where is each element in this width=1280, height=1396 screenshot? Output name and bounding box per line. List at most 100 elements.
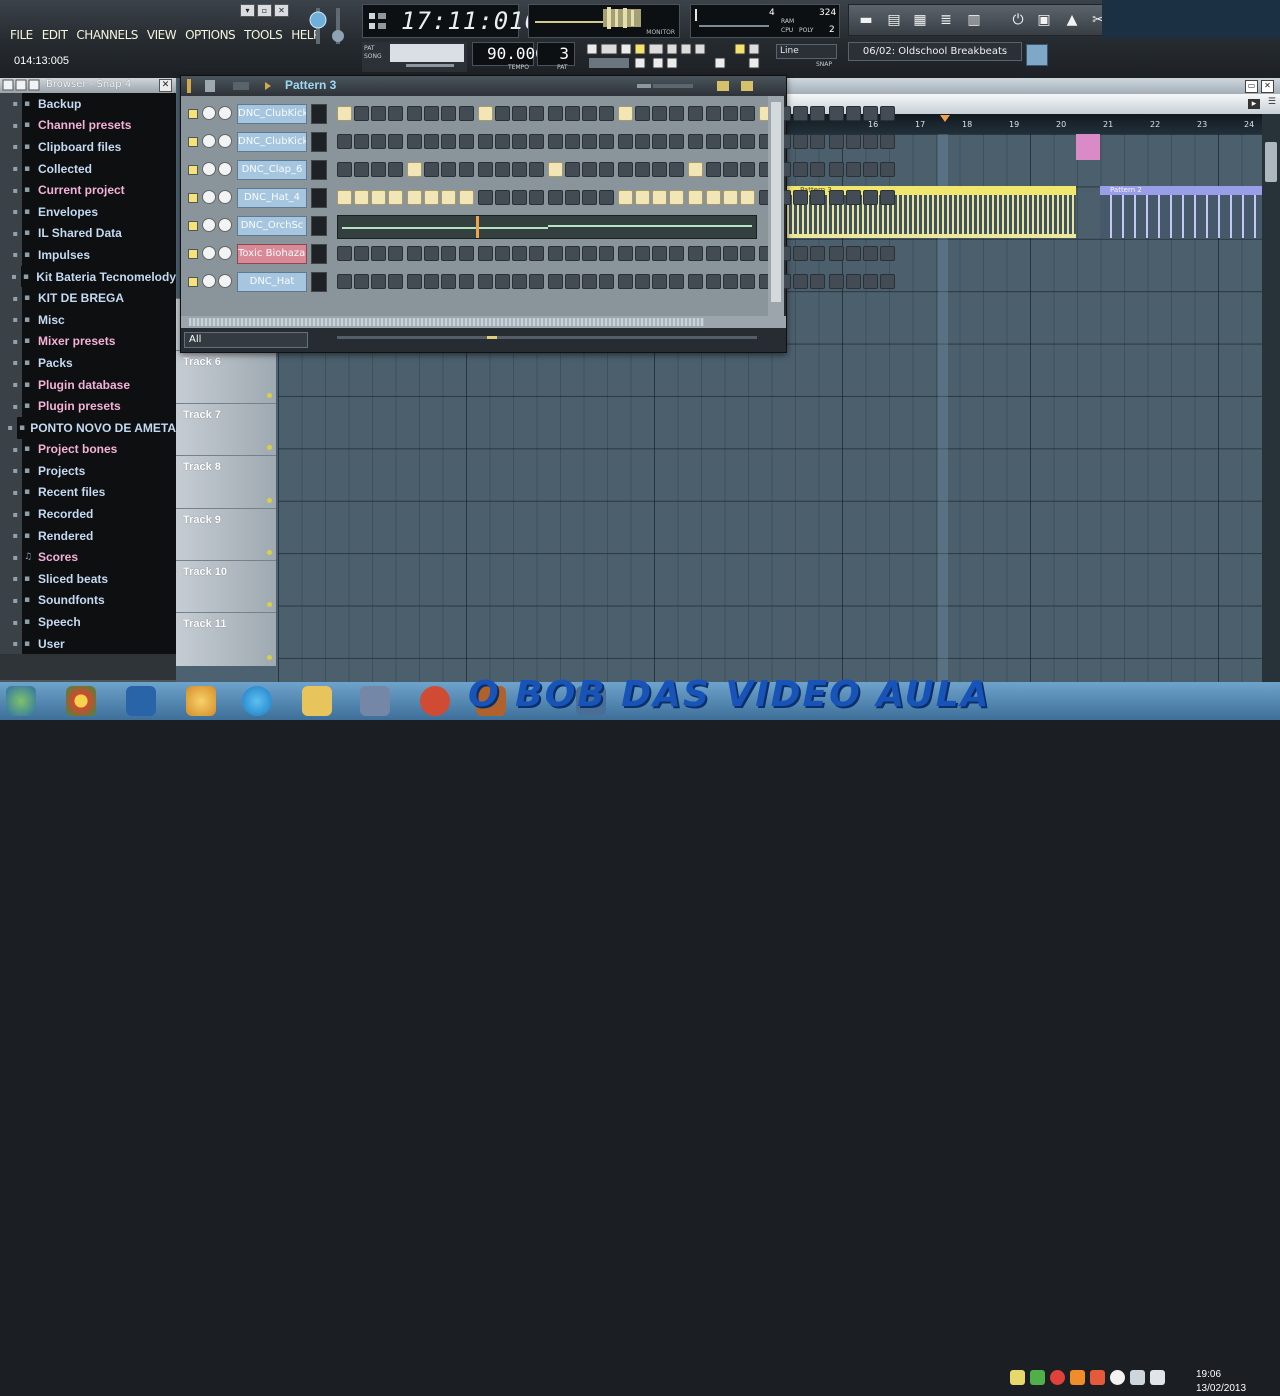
channel-name-button[interactable]: DNC_Hat	[237, 272, 307, 292]
channel-pan-knob[interactable]	[202, 218, 216, 232]
browser-item[interactable]: ▪ ▪ KIT DE BREGA	[0, 287, 176, 309]
rack-hscroll[interactable]	[181, 316, 786, 328]
channel-name-button[interactable]: Toxic Biohazard	[237, 244, 307, 264]
browser-item[interactable]: ▪ ▪ Clipboard files	[0, 136, 176, 158]
step-button[interactable]	[564, 134, 580, 149]
step-button[interactable]	[635, 134, 651, 149]
step-button[interactable]	[477, 190, 493, 205]
skype-icon[interactable]	[242, 686, 272, 716]
step-button[interactable]	[739, 274, 755, 289]
channel-name-button[interactable]: DNC_Hat_4	[237, 188, 307, 208]
menu-edit[interactable]: EDIT	[42, 28, 68, 48]
step-button[interactable]	[618, 246, 634, 261]
step-button[interactable]	[511, 190, 527, 205]
step-button[interactable]	[458, 162, 474, 177]
step-button[interactable]	[880, 134, 896, 149]
track-header[interactable]: Track 11	[176, 612, 276, 666]
browser-item[interactable]: ▪ ▪ PONTO NOVO DE AMETA	[0, 416, 176, 439]
step-button[interactable]	[652, 274, 668, 289]
step-button[interactable]	[828, 274, 844, 289]
browser-close-icon[interactable]: ✕	[159, 79, 172, 92]
step-button[interactable]	[688, 106, 704, 121]
step-button[interactable]	[407, 274, 423, 289]
rack-hscroll-thumb[interactable]	[189, 318, 704, 326]
track-mute-led[interactable]	[267, 392, 272, 398]
step-button[interactable]	[441, 134, 457, 149]
step-button[interactable]	[388, 190, 404, 205]
restore-button[interactable]: ▫	[257, 4, 272, 17]
pattern-clip[interactable]: Pattern 2	[1100, 186, 1262, 238]
step-button[interactable]	[863, 274, 879, 289]
channel-select-indicator[interactable]	[311, 188, 327, 208]
step-button[interactable]	[424, 162, 440, 177]
step-button[interactable]	[688, 246, 704, 261]
step-button[interactable]	[722, 106, 738, 121]
taskbar-clock[interactable]: 19:06 13/02/2013	[1196, 1368, 1280, 1396]
menu-tools[interactable]: TOOLS	[244, 28, 283, 48]
step-button[interactable]	[635, 246, 651, 261]
step-button[interactable]	[528, 106, 544, 121]
step-button[interactable]	[618, 162, 634, 177]
track-mute-led[interactable]	[267, 445, 272, 451]
browser-item[interactable]: ▪ ▪ Envelopes	[0, 200, 176, 223]
browser-item[interactable]: ▪ ▪ Soundfonts	[0, 589, 176, 612]
playlist-icon[interactable]: ▬	[857, 11, 875, 29]
browser-item[interactable]: ▪ ▪ Current project	[0, 179, 176, 201]
tray-icon-2[interactable]	[1030, 1370, 1045, 1385]
step-button[interactable]	[635, 162, 651, 177]
step-button[interactable]	[564, 246, 580, 261]
step-button[interactable]	[880, 190, 896, 205]
step-button[interactable]	[388, 162, 404, 177]
channel-mute-led[interactable]	[188, 277, 198, 287]
recording-tools[interactable]	[583, 42, 773, 72]
step-button[interactable]	[354, 134, 370, 149]
step-button[interactable]	[371, 162, 387, 177]
step-button[interactable]	[846, 246, 862, 261]
minimize-button[interactable]: ▾	[240, 4, 255, 17]
channel-pan-knob[interactable]	[202, 134, 216, 148]
step-button[interactable]	[880, 246, 896, 261]
step-button[interactable]	[424, 274, 440, 289]
browser-item[interactable]: ▪ ▪ Rendered	[0, 524, 176, 547]
step-button[interactable]	[458, 134, 474, 149]
browser-item[interactable]: ▪ ▪ Misc	[0, 308, 176, 331]
channel-pan-knob[interactable]	[202, 246, 216, 260]
step-button[interactable]	[722, 246, 738, 261]
step-button[interactable]	[809, 134, 825, 149]
channel-name-button[interactable]: DNC_Clap_6	[237, 160, 307, 180]
step-button[interactable]	[635, 274, 651, 289]
channel-pan-knob[interactable]	[202, 106, 216, 120]
step-button[interactable]	[582, 274, 598, 289]
browser-item[interactable]: ▪ ▪ Plugin database	[0, 373, 176, 396]
step-button[interactable]	[511, 106, 527, 121]
step-button[interactable]	[599, 134, 615, 149]
step-button[interactable]	[880, 274, 896, 289]
step-button[interactable]	[582, 162, 598, 177]
step-button[interactable]	[564, 106, 580, 121]
step-button[interactable]	[564, 274, 580, 289]
channel-select-indicator[interactable]	[311, 132, 327, 152]
rack-header-icons[interactable]	[185, 79, 281, 93]
browser-item[interactable]: ▪ ▪ Recent files	[0, 481, 176, 504]
step-button[interactable]	[547, 190, 563, 205]
step-button[interactable]	[599, 106, 615, 121]
step-button[interactable]	[846, 162, 862, 177]
step-button[interactable]	[441, 246, 457, 261]
step-button[interactable]	[828, 246, 844, 261]
fl-studio-icon[interactable]	[186, 686, 216, 716]
channel-select-indicator[interactable]	[311, 160, 327, 180]
step-button[interactable]	[511, 246, 527, 261]
browser-item[interactable]: ▪ ♫ Scores	[0, 546, 176, 569]
step-button[interactable]	[511, 134, 527, 149]
step-button[interactable]	[337, 134, 352, 149]
step-button[interactable]	[599, 246, 615, 261]
browser-item[interactable]: ▪ ▪ Impulses	[0, 244, 176, 266]
playhead-marker-icon[interactable]	[940, 115, 950, 122]
track-header[interactable]: Track 8	[176, 455, 276, 509]
step-button[interactable]	[618, 106, 634, 121]
step-button[interactable]	[354, 162, 370, 177]
browser-icon[interactable]: ▥	[965, 11, 983, 29]
channel-mute-led[interactable]	[188, 165, 198, 175]
step-button[interactable]	[494, 190, 510, 205]
menu-options[interactable]: OPTIONS	[185, 28, 236, 48]
